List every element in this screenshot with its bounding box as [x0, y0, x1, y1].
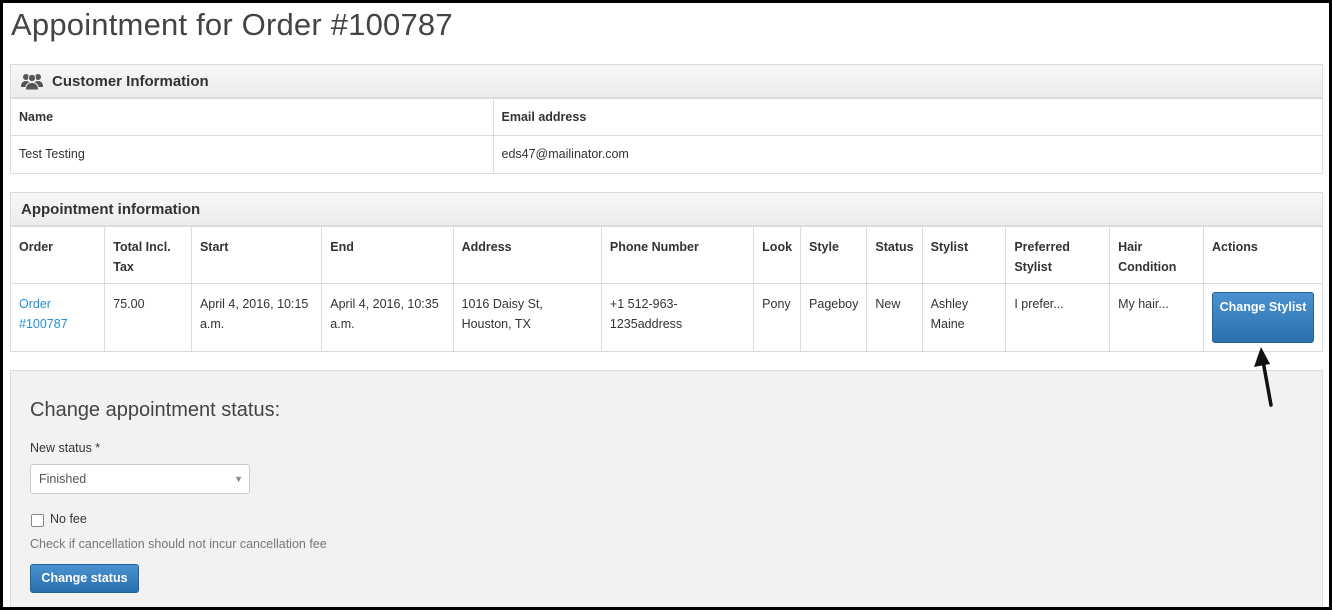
page-title: Appointment for Order #100787	[11, 7, 453, 42]
cell-start: April 4, 2016, 10:15 a.m.	[190, 283, 323, 351]
new-status-value: Finished	[39, 472, 87, 486]
page-frame: Appointment for Order #100787 Customer I…	[3, 3, 1329, 607]
appointment-info-panel: Appointment information Order Total Incl…	[10, 192, 1323, 352]
cell-style: Pageboy	[800, 283, 868, 351]
col-email: Email address	[492, 98, 1322, 136]
change-status-title: Change appointment status:	[30, 399, 281, 421]
col-end: End	[321, 226, 454, 284]
col-order: Order	[11, 226, 106, 284]
no-fee-help-text: Check if cancellation should not incur c…	[30, 537, 327, 551]
customer-name: Test Testing	[11, 135, 494, 173]
col-style: Style	[800, 226, 868, 284]
customer-table: Name Email address Test Testing eds47@ma…	[11, 98, 1322, 173]
customer-email: eds47@mailinator.com	[492, 135, 1322, 173]
cell-total: 75.00	[104, 283, 192, 351]
customer-info-panel: Customer Information Name Email address …	[10, 64, 1323, 174]
appointment-info-heading: Appointment information	[11, 193, 1322, 226]
no-fee-checkbox[interactable]	[31, 514, 44, 527]
cell-look: Pony	[753, 283, 802, 351]
change-status-button[interactable]: Change status	[30, 564, 139, 593]
col-hair-condition: Hair Condition	[1109, 226, 1204, 284]
col-phone: Phone Number	[600, 226, 755, 284]
customer-info-heading: Customer Information	[11, 65, 1322, 98]
users-icon	[21, 72, 43, 91]
cell-preferred-stylist: I prefer...	[1005, 283, 1111, 351]
table-header-row: Name Email address	[11, 98, 1322, 136]
change-status-panel: Change appointment status: New status * …	[10, 370, 1323, 607]
table-header-row: Order Total Incl. Tax Start End Address …	[11, 226, 1322, 284]
cell-hair-condition: My hair...	[1109, 283, 1204, 351]
appointment-table: Order Total Incl. Tax Start End Address …	[11, 226, 1322, 351]
col-total: Total Incl. Tax	[104, 226, 192, 284]
cell-status: New	[866, 283, 923, 351]
col-status: Status	[866, 226, 923, 284]
col-actions: Actions	[1203, 226, 1322, 284]
cell-phone: +1 512-963-1235address	[600, 283, 755, 351]
col-look: Look	[753, 226, 802, 284]
new-status-label: New status *	[30, 441, 101, 455]
cell-actions: Change Stylist	[1203, 283, 1322, 351]
col-address: Address	[452, 226, 602, 284]
table-row: Order #100787 75.00 April 4, 2016, 10:15…	[11, 283, 1322, 351]
col-preferred-stylist: Preferred Stylist	[1005, 226, 1111, 284]
cell-order: Order #100787	[11, 283, 106, 351]
table-row: Test Testing eds47@mailinator.com	[11, 135, 1322, 173]
no-fee-label[interactable]: No fee	[50, 512, 87, 526]
cell-address: 1016 Daisy St, Houston, TX	[452, 283, 602, 351]
cell-stylist: Ashley Maine	[921, 283, 1007, 351]
change-stylist-button[interactable]: Change Stylist	[1212, 292, 1314, 343]
col-start: Start	[190, 226, 323, 284]
caret-down-icon: ▼	[234, 474, 243, 484]
order-link[interactable]: Order #100787	[19, 297, 68, 331]
cell-end: April 4, 2016, 10:35 a.m.	[321, 283, 454, 351]
appointment-info-title: Appointment information	[21, 200, 201, 218]
new-status-select[interactable]: Finished ▼	[30, 464, 250, 494]
customer-info-title: Customer Information	[52, 72, 209, 90]
col-name: Name	[11, 98, 494, 136]
col-stylist: Stylist	[921, 226, 1007, 284]
